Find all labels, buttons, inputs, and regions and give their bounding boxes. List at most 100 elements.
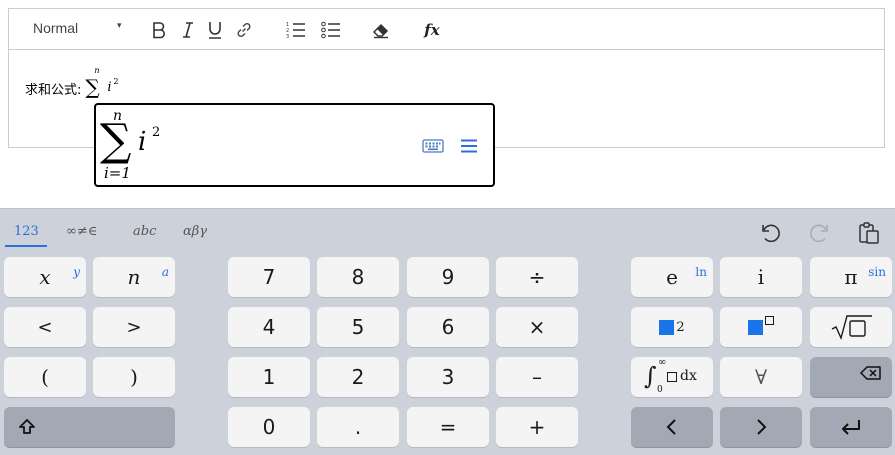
key-minus-label: – <box>532 365 542 389</box>
key-forall[interactable]: ∀ <box>720 357 802 397</box>
key-5-label: 5 <box>351 315 365 339</box>
mathfield-power: 2 <box>152 125 161 140</box>
format-select-label[interactable]: Normal <box>33 20 78 36</box>
key-3-label: 3 <box>441 365 455 389</box>
key-square-exponent: 2 <box>676 319 685 335</box>
inline-formula[interactable]: n ∑ i 2 <box>85 66 125 105</box>
key-enter[interactable] <box>810 407 892 447</box>
key-e-shift-label: ln <box>695 265 707 279</box>
integral-symbol: ∫ <box>644 362 657 390</box>
math-field[interactable]: n ∑ i 2 i=1 <box>94 103 495 187</box>
key-divide[interactable]: ÷ <box>496 257 578 297</box>
key-decimal[interactable]: . <box>317 407 399 447</box>
toolbar: Normal ▾ 123 fx <box>9 9 884 50</box>
key-pi-label: π <box>844 265 858 289</box>
key-pi[interactable]: π sin <box>810 257 892 297</box>
sqrt-icon <box>831 315 872 341</box>
eraser-icon <box>372 23 389 39</box>
key-x-label: x <box>39 265 51 289</box>
integral-icon: ∫ ∞ 0 dx <box>640 357 704 396</box>
undo-icon[interactable] <box>758 221 782 250</box>
key-right-paren-label: ) <box>130 365 138 389</box>
svg-text:3: 3 <box>286 34 289 39</box>
key-7-label: 7 <box>262 265 276 289</box>
mathfield-sigma: ∑ <box>100 115 132 166</box>
bullet-list-icon <box>321 21 340 39</box>
formula-icon: fx <box>424 21 440 39</box>
key-6[interactable]: 6 <box>407 307 489 347</box>
integral-upper-limit: ∞ <box>658 357 667 368</box>
key-right-paren[interactable]: ) <box>93 357 175 397</box>
bold-button[interactable] <box>149 18 169 42</box>
key-7[interactable]: 7 <box>228 257 310 297</box>
mathfield-body: i <box>138 127 147 157</box>
placeholder-square-icon <box>659 319 675 335</box>
key-0-label: 0 <box>262 415 276 439</box>
key-n[interactable]: n a <box>93 257 175 297</box>
key-e-label: e <box>666 265 678 289</box>
key-greater-than-label: > <box>126 316 142 338</box>
mathfield-lower-limit: i=1 <box>104 164 131 182</box>
tab-symbols[interactable]: ∞≠∈ <box>66 224 97 239</box>
key-shift[interactable] <box>4 407 175 447</box>
key-3[interactable]: 3 <box>407 357 489 397</box>
key-square[interactable]: 2 <box>631 307 713 347</box>
key-left-paren[interactable]: ( <box>4 357 86 397</box>
key-power[interactable] <box>720 307 802 347</box>
chevron-right-icon <box>757 419 767 435</box>
placeholder-square-icon <box>748 319 763 335</box>
key-equals-label: = <box>439 415 457 439</box>
paste-icon[interactable] <box>857 221 881 250</box>
key-less-than-label: < <box>37 316 53 338</box>
content-label: 求和公式: <box>25 82 82 98</box>
key-equals[interactable]: = <box>407 407 489 447</box>
key-minus[interactable]: – <box>496 357 578 397</box>
ordered-list-icon: 123 <box>286 22 305 39</box>
key-2[interactable]: 2 <box>317 357 399 397</box>
key-e[interactable]: e ln <box>631 257 713 297</box>
inline-formula-power: 2 <box>113 77 119 86</box>
enter-icon <box>842 420 860 435</box>
tab-alphabetic[interactable]: abc <box>133 224 156 239</box>
content-line[interactable]: 求和公式: n ∑ i 2 <box>25 66 125 105</box>
tab-numeric[interactable]: 123 <box>14 224 39 239</box>
key-9-label: 9 <box>441 265 455 289</box>
bold-icon <box>153 22 165 39</box>
integrand-placeholder-icon <box>667 372 677 382</box>
ordered-list-button[interactable]: 123 <box>285 18 307 42</box>
key-move-left[interactable] <box>631 407 713 447</box>
exponent-placeholder-icon <box>765 315 774 325</box>
key-0[interactable]: 0 <box>228 407 310 447</box>
key-5[interactable]: 5 <box>317 307 399 347</box>
key-plus[interactable]: + <box>496 407 578 447</box>
key-x[interactable]: x y <box>4 257 86 297</box>
key-6-label: 6 <box>441 315 455 339</box>
key-backspace[interactable] <box>810 357 892 397</box>
key-i[interactable]: i <box>720 257 802 297</box>
link-button[interactable] <box>233 18 255 42</box>
key-move-right[interactable] <box>720 407 802 447</box>
key-multiply[interactable]: × <box>496 307 578 347</box>
key-1[interactable]: 1 <box>228 357 310 397</box>
bullet-list-button[interactable] <box>320 18 342 42</box>
key-4[interactable]: 4 <box>228 307 310 347</box>
key-x-shift-label: y <box>73 265 80 279</box>
key-sqrt[interactable] <box>810 307 892 347</box>
menu-icon[interactable] <box>460 138 478 158</box>
formula-button[interactable]: fx <box>420 18 444 42</box>
link-icon <box>237 22 251 38</box>
key-8[interactable]: 8 <box>317 257 399 297</box>
virtual-keyboard-toggle-icon[interactable] <box>422 138 444 158</box>
underline-button[interactable] <box>205 18 225 42</box>
tab-greek[interactable]: αβγ <box>183 224 207 239</box>
key-less-than[interactable]: < <box>4 307 86 347</box>
clear-format-button[interactable] <box>370 18 392 42</box>
italic-button[interactable] <box>178 18 198 42</box>
inline-formula-upper: n <box>94 66 100 75</box>
active-tab-indicator <box>5 245 47 247</box>
chevron-down-icon[interactable]: ▾ <box>117 20 122 31</box>
key-9[interactable]: 9 <box>407 257 489 297</box>
virtual-keyboard: 123 ∞≠∈ abc αβγ x y n a < > ( ) 7 8 9 ÷ … <box>0 208 895 455</box>
key-integral[interactable]: ∫ ∞ 0 dx <box>631 357 713 397</box>
key-greater-than[interactable]: > <box>93 307 175 347</box>
